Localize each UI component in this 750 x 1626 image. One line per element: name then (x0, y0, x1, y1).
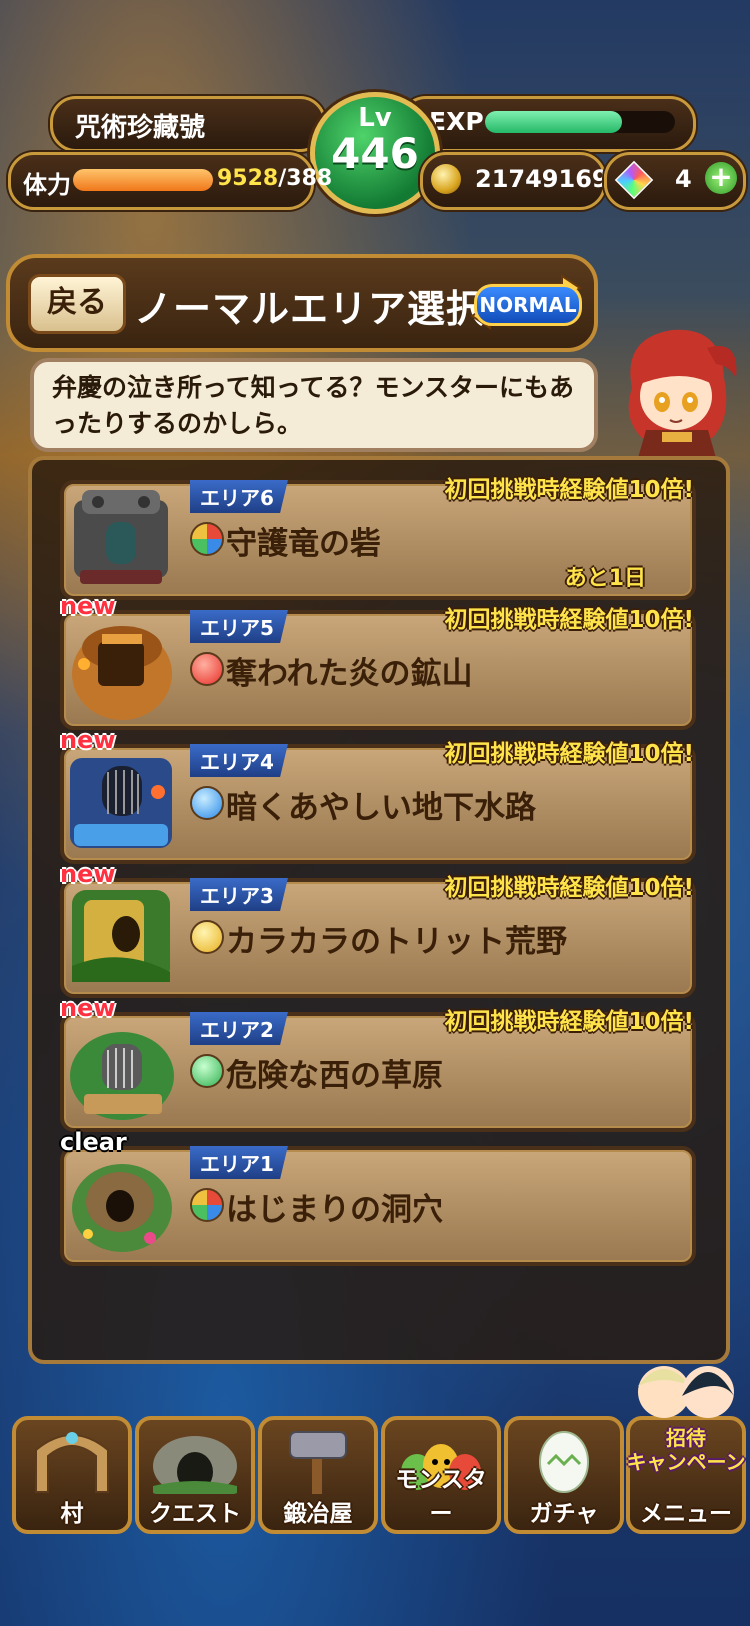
stamina-bar: 体力 9528/388 (8, 152, 332, 210)
area-list-panel: エリア6 初回挑戦時経験値10倍! 守護竜の砦 あと1日 new エリア5 初回… (28, 456, 730, 1364)
stamina-label: 体力 (23, 171, 71, 199)
multi-element-icon (190, 1188, 224, 1222)
exp-bonus-banner: 初回挑戦時経験値10倍! (444, 1009, 695, 1035)
nav-label: ガチャ (529, 1501, 599, 1527)
fire-element-icon (190, 652, 224, 686)
exp-bonus-banner: 初回挑戦時経験値10倍! (444, 477, 695, 503)
area-number-label: エリア2 (190, 1012, 288, 1045)
area-name: 奪われた炎の鉱山 (226, 656, 473, 692)
fire-mine-thumbnail-icon (72, 626, 172, 720)
multi-element-icon (190, 522, 224, 556)
nav-label: モンスター (395, 1467, 487, 1527)
player-name: 咒術珍藏號 (75, 113, 206, 143)
nav-smith-button[interactable]: 鍛冶屋 (258, 1416, 378, 1534)
coin-icon (431, 164, 461, 194)
egg-icon (539, 1431, 589, 1493)
level-badge: Lv 446 (310, 92, 440, 214)
water-element-icon (190, 786, 224, 820)
area-card-4[interactable]: new エリア4 初回挑戦時経験値10倍! 暗くあやしい地下水路 (60, 726, 696, 864)
exp-track (485, 111, 675, 133)
guide-character-avatar (628, 329, 737, 458)
nav-label: 村 (60, 1501, 84, 1527)
bottom-navigation: 村 クエスト 鍛冶屋 モンスター ガチャ メニュー 招待 キャンペーン (6, 1366, 746, 1546)
gem-icon (614, 160, 654, 200)
grassland-thumbnail-icon (70, 1032, 174, 1120)
guide-speech-bubble: 弁慶の泣き所って知ってる？モンスターにもあったりするのかしら。 (30, 358, 598, 452)
cave-icon (153, 1436, 237, 1494)
nav-gacha-button[interactable]: ガチャ (504, 1416, 624, 1534)
area-name: 危険な西の草原 (226, 1058, 443, 1094)
back-button[interactable]: 戻る (28, 274, 126, 334)
area-number-label: エリア5 (190, 610, 288, 643)
difficulty-toggle-button[interactable]: NORMAL (470, 274, 582, 330)
cave-thumbnail-icon (72, 1164, 172, 1252)
new-badge: new (60, 592, 116, 620)
exp-bonus-banner: 初回挑戦時経験値10倍! (444, 607, 695, 633)
nav-label: メニュー (640, 1501, 732, 1527)
exp-bonus-banner: 初回挑戦時経験値10倍! (444, 741, 695, 767)
wasteland-thumbnail-icon (72, 890, 170, 982)
area-name: カラカラのトリット荒野 (226, 924, 567, 960)
page-title: ノーマルエリア選択 (134, 287, 486, 331)
stamina-current: 9528 (217, 166, 279, 191)
area-number-label: エリア1 (190, 1146, 288, 1179)
difficulty-label: NORMAL (474, 284, 582, 326)
time-remaining: あと1日 (564, 566, 646, 591)
area-card-5[interactable]: new エリア5 初回挑戦時経験値10倍! 奪われた炎の鉱山 (60, 592, 696, 730)
exp-bar: EXP (400, 96, 696, 152)
player-name-bar: 咒術珍藏號 (50, 96, 326, 152)
new-badge: new (60, 860, 116, 888)
nav-label: クエスト (149, 1501, 241, 1527)
hammer-icon (289, 1431, 347, 1494)
area-number-label: エリア3 (190, 878, 288, 911)
add-gems-button[interactable]: + (705, 162, 737, 194)
stamina-track (73, 169, 213, 191)
exp-bonus-banner: 初回挑戦時経験値10倍! (444, 875, 695, 901)
village-gate-icon (35, 1432, 109, 1493)
fortress-thumbnail-icon (74, 490, 168, 584)
clear-badge: clear (60, 1128, 127, 1156)
area-number-label: エリア6 (190, 480, 288, 513)
invite-campaign-button[interactable]: 招待 キャンペーン (624, 1356, 748, 1486)
coin-count: 21749169 (475, 165, 609, 193)
nav-quest-button[interactable]: クエスト (135, 1416, 255, 1534)
stamina-value: 9528/388 (217, 166, 332, 191)
invite-characters-icon (638, 1366, 734, 1418)
nav-monster-button[interactable]: モンスター (381, 1416, 501, 1534)
area-name: 暗くあやしい地下水路 (226, 790, 536, 826)
area-card-2[interactable]: new エリア2 初回挑戦時経験値10倍! 危険な西の草原 (60, 994, 696, 1132)
invite-line-2: キャンペーン (626, 1450, 746, 1474)
new-badge: new (60, 994, 116, 1022)
gem-bar: 4 + (604, 152, 746, 210)
guide-message: 弁慶の泣き所って知ってる？モンスターにもあったりするのかしら。 (52, 373, 575, 438)
area-card-3[interactable]: new エリア3 初回挑戦時経験値10倍! カラカラのトリット荒野 (60, 860, 696, 998)
area-name: はじまりの洞穴 (226, 1192, 443, 1228)
nav-village-button[interactable]: 村 (12, 1416, 132, 1534)
level-value: 446 (331, 129, 419, 178)
wind-element-icon (190, 1054, 224, 1088)
stamina-fill (73, 169, 213, 191)
light-element-icon (190, 920, 224, 954)
title-bar: 戻る ノーマルエリア選択 NORMAL (6, 254, 598, 352)
exp-fill (485, 111, 622, 133)
coin-bar: 21749169 (420, 152, 609, 210)
nav-label: 鍛冶屋 (283, 1501, 353, 1527)
area-name: 守護竜の砦 (226, 526, 381, 562)
invite-label: 招待 キャンペーン (624, 1426, 748, 1474)
new-badge: new (60, 726, 116, 754)
area-card-6[interactable]: エリア6 初回挑戦時経験値10倍! 守護竜の砦 あと1日 (60, 477, 696, 600)
stamina-max: /388 (278, 166, 333, 191)
waterway-thumbnail-icon (70, 758, 172, 848)
area-number-label: エリア4 (190, 744, 288, 777)
gem-count: 4 (675, 165, 692, 193)
level-label: Lv (358, 103, 392, 133)
invite-line-1: 招待 (666, 1426, 706, 1450)
exp-label: EXP (429, 107, 484, 136)
area-card-1[interactable]: clear エリア1 はじまりの洞穴 (60, 1128, 696, 1266)
